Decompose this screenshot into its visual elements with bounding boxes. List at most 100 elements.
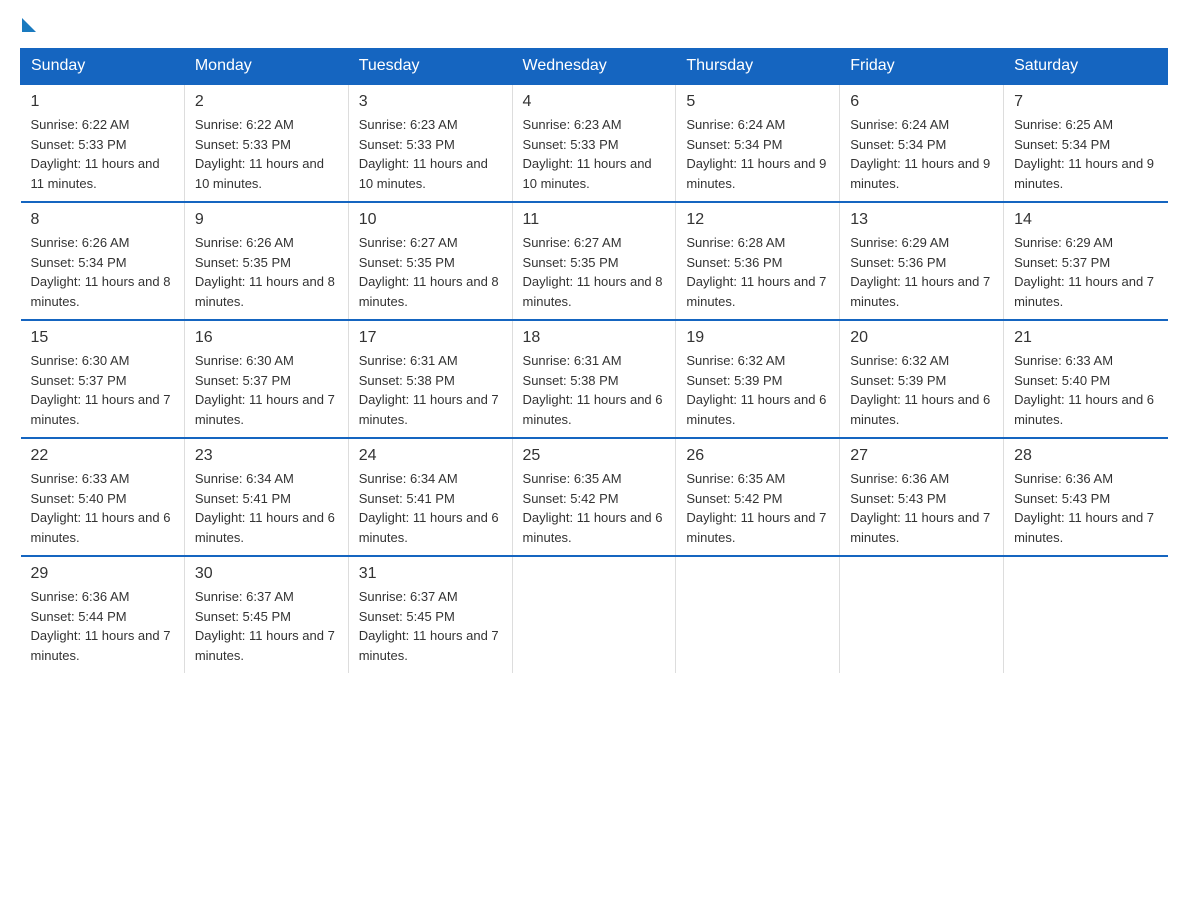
day-number: 28 (1014, 447, 1157, 465)
day-number: 26 (686, 447, 829, 465)
cell-info: Sunrise: 6:36 AM Sunset: 5:44 PM Dayligh… (31, 587, 174, 665)
day-number: 14 (1014, 211, 1157, 229)
day-number: 16 (195, 329, 338, 347)
sunset-label: Sunset: 5:41 PM (359, 491, 455, 506)
day-number: 15 (31, 329, 174, 347)
sunrise-label: Sunrise: 6:34 AM (195, 471, 294, 486)
daylight-label: Daylight: 11 hours and 6 minutes. (523, 510, 663, 545)
daylight-label: Daylight: 11 hours and 7 minutes. (31, 392, 171, 427)
sunset-label: Sunset: 5:33 PM (523, 137, 619, 152)
sunset-label: Sunset: 5:39 PM (850, 373, 946, 388)
cell-info: Sunrise: 6:27 AM Sunset: 5:35 PM Dayligh… (359, 233, 502, 311)
sunrise-label: Sunrise: 6:34 AM (359, 471, 458, 486)
day-number: 23 (195, 447, 338, 465)
sunset-label: Sunset: 5:44 PM (31, 609, 127, 624)
cell-info: Sunrise: 6:23 AM Sunset: 5:33 PM Dayligh… (523, 115, 666, 193)
cell-info: Sunrise: 6:31 AM Sunset: 5:38 PM Dayligh… (523, 351, 666, 429)
sunset-label: Sunset: 5:43 PM (850, 491, 946, 506)
sunrise-label: Sunrise: 6:36 AM (1014, 471, 1113, 486)
calendar-cell: 31 Sunrise: 6:37 AM Sunset: 5:45 PM Dayl… (348, 556, 512, 673)
sunrise-label: Sunrise: 6:35 AM (523, 471, 622, 486)
sunset-label: Sunset: 5:33 PM (359, 137, 455, 152)
day-number: 30 (195, 565, 338, 583)
day-number: 29 (31, 565, 174, 583)
calendar-cell: 20 Sunrise: 6:32 AM Sunset: 5:39 PM Dayl… (840, 320, 1004, 438)
cell-info: Sunrise: 6:22 AM Sunset: 5:33 PM Dayligh… (31, 115, 174, 193)
calendar-cell: 2 Sunrise: 6:22 AM Sunset: 5:33 PM Dayli… (184, 84, 348, 202)
cell-info: Sunrise: 6:31 AM Sunset: 5:38 PM Dayligh… (359, 351, 502, 429)
sunset-label: Sunset: 5:35 PM (195, 255, 291, 270)
cell-info: Sunrise: 6:33 AM Sunset: 5:40 PM Dayligh… (1014, 351, 1157, 429)
cell-info: Sunrise: 6:34 AM Sunset: 5:41 PM Dayligh… (359, 469, 502, 547)
calendar-cell: 29 Sunrise: 6:36 AM Sunset: 5:44 PM Dayl… (21, 556, 185, 673)
daylight-label: Daylight: 11 hours and 9 minutes. (686, 156, 826, 191)
daylight-label: Daylight: 11 hours and 8 minutes. (31, 274, 171, 309)
calendar-cell (840, 556, 1004, 673)
daylight-label: Daylight: 11 hours and 7 minutes. (195, 628, 335, 663)
calendar-week-row: 22 Sunrise: 6:33 AM Sunset: 5:40 PM Dayl… (21, 438, 1168, 556)
daylight-label: Daylight: 11 hours and 9 minutes. (850, 156, 990, 191)
cell-info: Sunrise: 6:32 AM Sunset: 5:39 PM Dayligh… (850, 351, 993, 429)
day-number: 4 (523, 93, 666, 111)
daylight-label: Daylight: 11 hours and 8 minutes. (195, 274, 335, 309)
cell-info: Sunrise: 6:26 AM Sunset: 5:35 PM Dayligh… (195, 233, 338, 311)
daylight-label: Daylight: 11 hours and 6 minutes. (850, 392, 990, 427)
sunrise-label: Sunrise: 6:27 AM (523, 235, 622, 250)
cell-info: Sunrise: 6:36 AM Sunset: 5:43 PM Dayligh… (1014, 469, 1157, 547)
cell-info: Sunrise: 6:36 AM Sunset: 5:43 PM Dayligh… (850, 469, 993, 547)
day-number: 8 (31, 211, 174, 229)
cell-info: Sunrise: 6:37 AM Sunset: 5:45 PM Dayligh… (195, 587, 338, 665)
day-number: 13 (850, 211, 993, 229)
daylight-label: Daylight: 11 hours and 7 minutes. (1014, 274, 1154, 309)
sunset-label: Sunset: 5:36 PM (686, 255, 782, 270)
sunset-label: Sunset: 5:37 PM (31, 373, 127, 388)
cell-info: Sunrise: 6:28 AM Sunset: 5:36 PM Dayligh… (686, 233, 829, 311)
sunrise-label: Sunrise: 6:37 AM (195, 589, 294, 604)
daylight-label: Daylight: 11 hours and 10 minutes. (195, 156, 324, 191)
day-number: 6 (850, 93, 993, 111)
sunset-label: Sunset: 5:40 PM (1014, 373, 1110, 388)
calendar-cell: 7 Sunrise: 6:25 AM Sunset: 5:34 PM Dayli… (1004, 84, 1168, 202)
daylight-label: Daylight: 11 hours and 6 minutes. (1014, 392, 1154, 427)
sunset-label: Sunset: 5:45 PM (359, 609, 455, 624)
logo (20, 20, 36, 28)
cell-info: Sunrise: 6:32 AM Sunset: 5:39 PM Dayligh… (686, 351, 829, 429)
cell-info: Sunrise: 6:27 AM Sunset: 5:35 PM Dayligh… (523, 233, 666, 311)
sunrise-label: Sunrise: 6:35 AM (686, 471, 785, 486)
sunset-label: Sunset: 5:37 PM (195, 373, 291, 388)
calendar-week-row: 1 Sunrise: 6:22 AM Sunset: 5:33 PM Dayli… (21, 84, 1168, 202)
sunrise-label: Sunrise: 6:30 AM (195, 353, 294, 368)
daylight-label: Daylight: 11 hours and 7 minutes. (31, 628, 171, 663)
sunrise-label: Sunrise: 6:33 AM (31, 471, 130, 486)
daylight-label: Daylight: 11 hours and 10 minutes. (359, 156, 488, 191)
calendar-cell: 11 Sunrise: 6:27 AM Sunset: 5:35 PM Dayl… (512, 202, 676, 320)
day-number: 27 (850, 447, 993, 465)
cell-info: Sunrise: 6:34 AM Sunset: 5:41 PM Dayligh… (195, 469, 338, 547)
sunset-label: Sunset: 5:38 PM (359, 373, 455, 388)
daylight-label: Daylight: 11 hours and 6 minutes. (195, 510, 335, 545)
daylight-label: Daylight: 11 hours and 11 minutes. (31, 156, 160, 191)
sunrise-label: Sunrise: 6:23 AM (359, 117, 458, 132)
weekday-header-saturday: Saturday (1004, 49, 1168, 85)
sunset-label: Sunset: 5:34 PM (1014, 137, 1110, 152)
daylight-label: Daylight: 11 hours and 7 minutes. (195, 392, 335, 427)
day-number: 9 (195, 211, 338, 229)
cell-info: Sunrise: 6:37 AM Sunset: 5:45 PM Dayligh… (359, 587, 502, 665)
weekday-header-sunday: Sunday (21, 49, 185, 85)
calendar-cell: 12 Sunrise: 6:28 AM Sunset: 5:36 PM Dayl… (676, 202, 840, 320)
daylight-label: Daylight: 11 hours and 7 minutes. (359, 392, 499, 427)
cell-info: Sunrise: 6:30 AM Sunset: 5:37 PM Dayligh… (195, 351, 338, 429)
calendar-cell: 1 Sunrise: 6:22 AM Sunset: 5:33 PM Dayli… (21, 84, 185, 202)
sunset-label: Sunset: 5:34 PM (31, 255, 127, 270)
sunset-label: Sunset: 5:42 PM (686, 491, 782, 506)
sunrise-label: Sunrise: 6:25 AM (1014, 117, 1113, 132)
sunset-label: Sunset: 5:33 PM (195, 137, 291, 152)
daylight-label: Daylight: 11 hours and 6 minutes. (523, 392, 663, 427)
daylight-label: Daylight: 11 hours and 7 minutes. (850, 274, 990, 309)
calendar-cell: 6 Sunrise: 6:24 AM Sunset: 5:34 PM Dayli… (840, 84, 1004, 202)
calendar-cell: 5 Sunrise: 6:24 AM Sunset: 5:34 PM Dayli… (676, 84, 840, 202)
cell-info: Sunrise: 6:29 AM Sunset: 5:37 PM Dayligh… (1014, 233, 1157, 311)
calendar-week-row: 15 Sunrise: 6:30 AM Sunset: 5:37 PM Dayl… (21, 320, 1168, 438)
cell-info: Sunrise: 6:22 AM Sunset: 5:33 PM Dayligh… (195, 115, 338, 193)
calendar-cell: 4 Sunrise: 6:23 AM Sunset: 5:33 PM Dayli… (512, 84, 676, 202)
